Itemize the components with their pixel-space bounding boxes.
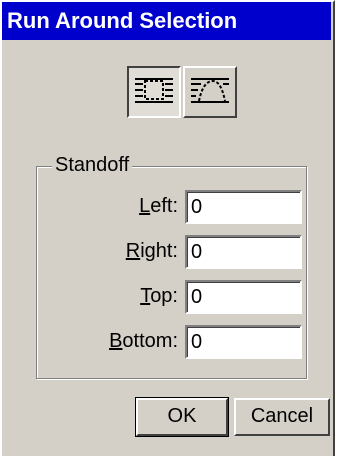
bottom-label: Bottom: [38, 330, 178, 353]
right-label: Right: [38, 240, 178, 263]
left-label: Left: [38, 195, 178, 218]
runaround-shape-button[interactable] [183, 66, 237, 118]
left-label-accel: L [139, 195, 151, 217]
cancel-button[interactable]: Cancel [234, 398, 330, 436]
left-label-text: eft: [150, 195, 178, 217]
top-label-accel: T [140, 285, 151, 307]
top-label-text: op: [150, 285, 178, 307]
title-bar: Run Around Selection [2, 2, 331, 40]
right-label-accel: R [125, 240, 141, 262]
bottom-standoff-input[interactable] [185, 325, 302, 359]
top-standoff-input[interactable] [185, 280, 302, 314]
runaround-box-button[interactable] [127, 66, 181, 118]
right-standoff-input[interactable] [185, 235, 302, 269]
left-standoff-input[interactable] [185, 190, 302, 224]
runaround-shape-icon [189, 73, 231, 112]
standoff-group-label: Standoff [52, 154, 133, 177]
top-label: Top: [38, 285, 178, 308]
ok-button[interactable]: OK [135, 397, 229, 437]
right-label-text: ight: [140, 240, 178, 262]
bottom-label-accel: B [109, 330, 123, 352]
bottom-label-text: ottom: [122, 330, 178, 352]
runaround-box-icon [133, 73, 175, 112]
